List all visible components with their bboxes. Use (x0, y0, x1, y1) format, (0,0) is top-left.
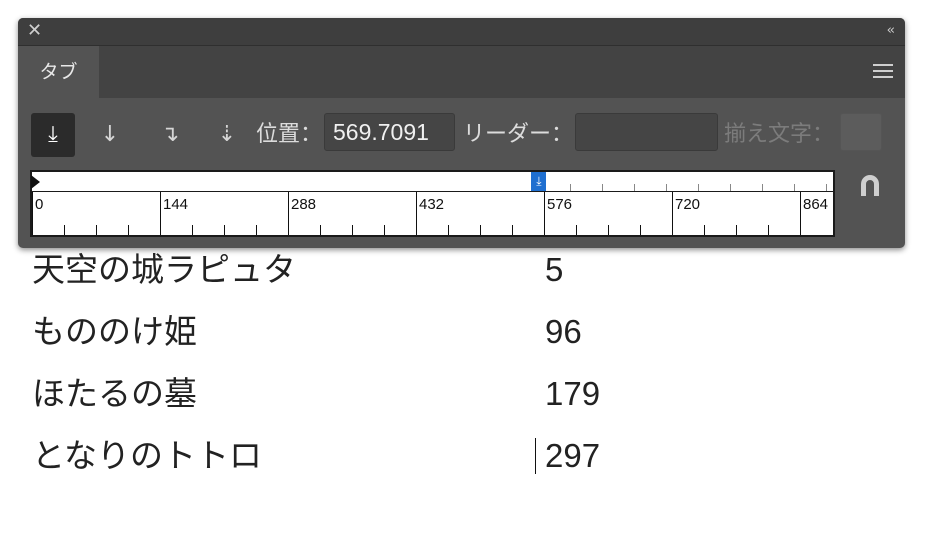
ruler-major-tick (32, 192, 33, 235)
ruler-major-tick (672, 192, 673, 235)
panel-tab-bar: タブ (18, 45, 905, 98)
ruler-minor-tick (768, 225, 769, 235)
document-title-text: 天空の城ラピュタ (32, 250, 296, 289)
text-cursor (535, 438, 536, 474)
left-justified-tab-button[interactable]: ⤓ (31, 113, 75, 157)
magnet-icon[interactable] (856, 172, 884, 200)
tab-ruler-track[interactable]: ⤓ (30, 170, 835, 192)
ruler-minor-tick (192, 225, 193, 235)
position-label: 位置： (256, 122, 323, 147)
document-line-3: ほたるの墓 179 (0, 374, 928, 424)
tab-tabs[interactable]: タブ (18, 46, 99, 98)
ruler-tick-label: 144 (163, 196, 189, 213)
ruler-top-tick (794, 184, 796, 191)
ruler-top-tick (698, 184, 700, 191)
leader-label: リーダー： (463, 122, 574, 147)
collapse-icon[interactable]: ‹‹ (887, 22, 896, 40)
ruler-major-tick (800, 192, 801, 235)
ruler-minor-tick (512, 225, 513, 235)
ruler-tick-label: 720 (675, 196, 701, 213)
close-icon[interactable]: ✕ (27, 21, 42, 41)
document-value-text: 96 (545, 313, 582, 350)
tabs-panel: ✕ ‹‹ タブ ⤓ ↓ ↴ ⇣ 位置： リーダー： 揃え文字： ⤓ 0 144 28… (18, 18, 905, 248)
ruler-tick-label: 288 (291, 196, 317, 213)
tab-ruler: 0 144 288 432 576 720 864 (30, 192, 835, 237)
panel-titlebar[interactable]: ✕ ‹‹ (18, 18, 905, 45)
ruler-top-tick (730, 184, 732, 191)
align-on-input[interactable] (840, 113, 882, 151)
ruler-minor-tick (256, 225, 257, 235)
ruler-top-tick (570, 184, 572, 191)
document-line-2: もののけ姫 96 (0, 312, 928, 362)
ruler-major-tick (416, 192, 417, 235)
ruler-minor-tick (608, 225, 609, 235)
document-line-4: となりのトトロ 297 (0, 436, 928, 486)
ruler-top-tick (666, 184, 668, 191)
ruler-minor-tick (128, 225, 129, 235)
ruler-tick-label: 0 (35, 196, 44, 213)
document-title-text: もののけ姫 (32, 312, 197, 351)
ruler-minor-tick (576, 225, 577, 235)
ruler-top-tick (602, 184, 604, 191)
ruler-tick-label: 432 (419, 196, 445, 213)
decimal-justified-tab-button[interactable]: ⇣ (205, 113, 249, 157)
ruler-major-tick (160, 192, 161, 235)
ruler-tick-label: 864 (803, 196, 829, 213)
ruler-minor-tick (384, 225, 385, 235)
ruler-minor-tick (480, 225, 481, 235)
document-value-text: 297 (545, 437, 601, 474)
document-title-text: ほたるの墓 (32, 374, 197, 413)
ruler-top-tick (634, 184, 636, 191)
ruler-minor-tick (640, 225, 641, 235)
indent-marker[interactable] (31, 175, 40, 189)
ruler-top-tick (826, 184, 828, 191)
leader-input[interactable] (575, 113, 718, 151)
center-justified-tab-button[interactable]: ↓ (88, 113, 132, 157)
ruler-top-tick (762, 184, 764, 191)
ruler-minor-tick (96, 225, 97, 235)
tab-stop-marker[interactable]: ⤓ (531, 172, 547, 191)
ruler-minor-tick (320, 225, 321, 235)
ruler-major-tick (288, 192, 289, 235)
align-on-label: 揃え文字： (724, 122, 835, 147)
ruler-minor-tick (448, 225, 449, 235)
document-title-text: となりのトトロ (32, 436, 263, 475)
position-input[interactable] (324, 113, 455, 151)
ruler-minor-tick (352, 225, 353, 235)
ruler-minor-tick (704, 225, 705, 235)
ruler-minor-tick (64, 225, 65, 235)
panel-menu-icon[interactable] (873, 64, 893, 80)
document-value-text: 179 (545, 375, 601, 412)
ruler-major-tick (544, 192, 545, 235)
right-justified-tab-button[interactable]: ↴ (148, 113, 192, 157)
ruler-minor-tick (224, 225, 225, 235)
ruler-minor-tick (736, 225, 737, 235)
document-value-text: 5 (545, 251, 564, 288)
document-line-1: 天空の城ラピュタ 5 (0, 250, 928, 300)
ruler-tick-label: 576 (547, 196, 573, 213)
